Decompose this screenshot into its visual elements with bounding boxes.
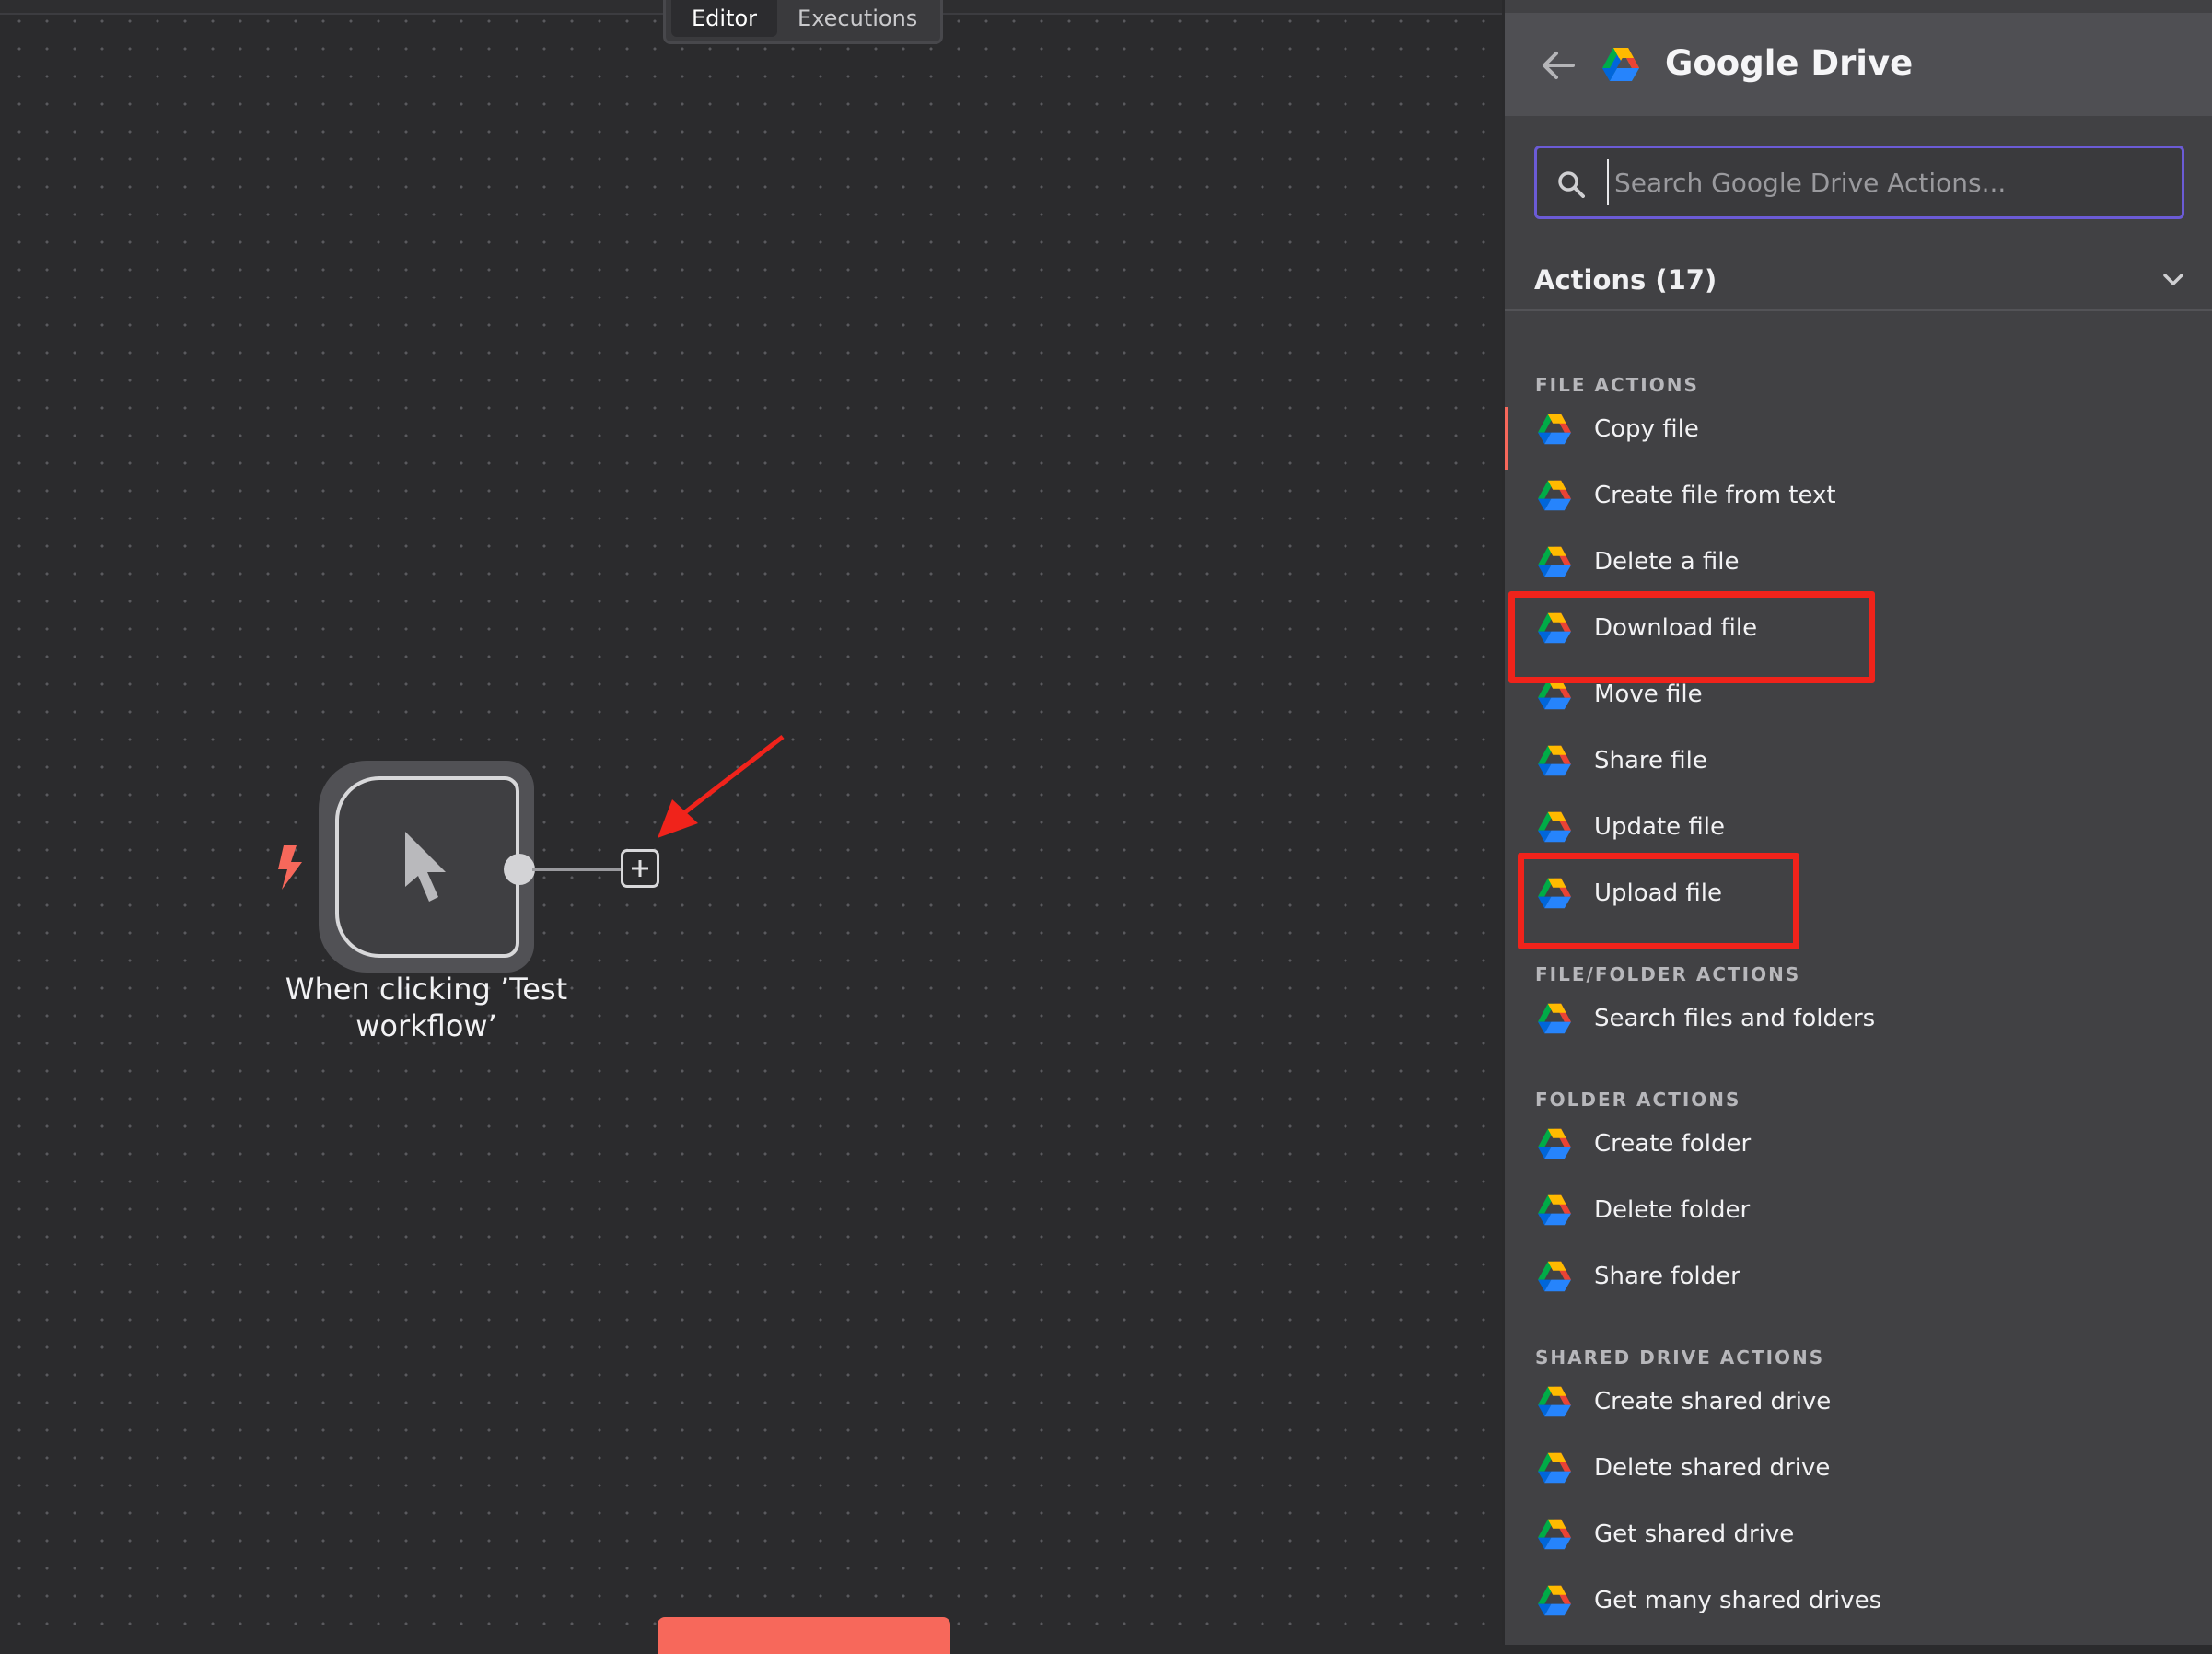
google-drive-icon (1538, 1452, 1571, 1484)
action-label: Get shared drive (1594, 1520, 1795, 1548)
action-label: Get many shared drives (1594, 1587, 1882, 1614)
section-label: SHARED DRIVE ACTIONS (1535, 1346, 1825, 1369)
panel-header: Google Drive (1505, 13, 2212, 116)
action-item-move-file[interactable]: Move file (1505, 667, 2212, 722)
chevron-down-icon[interactable] (2162, 273, 2184, 287)
google-drive-icon (1538, 1003, 1571, 1034)
output-connector[interactable] (504, 854, 535, 885)
action-label: Download file (1594, 614, 1758, 642)
divider (1505, 309, 2212, 311)
action-item-delete-a-file[interactable]: Delete a file (1505, 534, 2212, 589)
action-item-delete-folder[interactable]: Delete folder (1505, 1182, 2212, 1238)
arrow-left-icon[interactable] (1540, 50, 1577, 81)
action-label: Share folder (1594, 1263, 1740, 1290)
action-label: Copy file (1594, 415, 1699, 443)
action-label: Share file (1594, 747, 1707, 775)
plus-icon (632, 860, 648, 877)
action-item-get-shared-drive[interactable]: Get shared drive (1505, 1507, 2212, 1562)
cursor-pointer-icon (405, 831, 446, 902)
section-label: FOLDER ACTIONS (1535, 1089, 1741, 1111)
action-label: Delete a file (1594, 548, 1740, 576)
google-drive-icon (1538, 1585, 1571, 1616)
action-item-create-folder[interactable]: Create folder (1505, 1116, 2212, 1171)
action-item-share-file[interactable]: Share file (1505, 733, 2212, 788)
google-drive-icon (1538, 1128, 1571, 1159)
google-drive-icon (1538, 480, 1571, 511)
view-tabs: Editor Executions (663, 0, 943, 44)
action-label: Move file (1594, 681, 1703, 708)
action-item-get-many-shared-drives[interactable]: Get many shared drives (1505, 1573, 2212, 1628)
add-node-button[interactable] (621, 849, 659, 888)
google-drive-icon (1538, 1194, 1571, 1226)
action-label: Search files and folders (1594, 1005, 1876, 1032)
trigger-node[interactable] (335, 776, 519, 958)
google-drive-icon (1538, 811, 1571, 843)
action-item-update-file[interactable]: Update file (1505, 799, 2212, 855)
action-label: Create file from text (1594, 482, 1836, 509)
action-item-download-file[interactable]: Download file (1505, 600, 2212, 656)
action-item-create-file-from-text[interactable]: Create file from text (1505, 468, 2212, 523)
google-drive-icon (1538, 546, 1571, 577)
tab-executions[interactable]: Executions (777, 0, 937, 37)
action-item-search-files-and-folders[interactable]: Search files and folders (1505, 991, 2212, 1046)
search-icon (1558, 171, 1585, 198)
google-drive-icon (1602, 48, 1639, 81)
google-drive-icon (1538, 414, 1571, 445)
lightning-bolt-icon (278, 845, 302, 890)
workflow-canvas[interactable]: Editor Executions When clicking ’Test wo… (0, 0, 1502, 1654)
google-drive-icon (1538, 745, 1571, 776)
search-box (1534, 146, 2184, 219)
actions-header[interactable]: Actions (17) (1534, 258, 2184, 302)
action-label: Delete shared drive (1594, 1454, 1831, 1482)
action-label: Delete folder (1594, 1196, 1751, 1224)
panel-title: Google Drive (1665, 43, 1914, 83)
action-item-upload-file[interactable]: Upload file (1505, 866, 2212, 921)
action-label: Upload file (1594, 879, 1722, 907)
connector-line (532, 868, 621, 871)
node-creator-panel: Google Drive Actions (17) FILE ACTIONS C… (1502, 0, 2212, 1645)
google-drive-icon (1538, 1519, 1571, 1550)
action-label: Update file (1594, 813, 1726, 841)
trigger-node-label: When clicking ’Test workflow’ (285, 972, 568, 1043)
action-label: Create folder (1594, 1130, 1752, 1158)
section-label: FILE ACTIONS (1535, 374, 1699, 396)
search-input[interactable] (1607, 159, 2160, 205)
google-drive-icon (1538, 612, 1571, 644)
tab-editor[interactable]: Editor (671, 0, 778, 37)
action-label: Create shared drive (1594, 1388, 1832, 1415)
action-item-share-folder[interactable]: Share folder (1505, 1249, 2212, 1304)
action-item-create-shared-drive[interactable]: Create shared drive (1505, 1374, 2212, 1429)
google-drive-icon (1538, 1386, 1571, 1417)
action-item-copy-file[interactable]: Copy file (1505, 402, 2212, 457)
google-drive-icon (1538, 878, 1571, 909)
section-label: FILE/FOLDER ACTIONS (1535, 963, 1801, 985)
test-workflow-button[interactable] (658, 1617, 950, 1654)
annotation-arrow (658, 735, 785, 838)
action-item-delete-shared-drive[interactable]: Delete shared drive (1505, 1440, 2212, 1496)
google-drive-icon (1538, 679, 1571, 710)
actions-title: Actions (17) (1534, 264, 1717, 296)
google-drive-icon (1538, 1261, 1571, 1292)
